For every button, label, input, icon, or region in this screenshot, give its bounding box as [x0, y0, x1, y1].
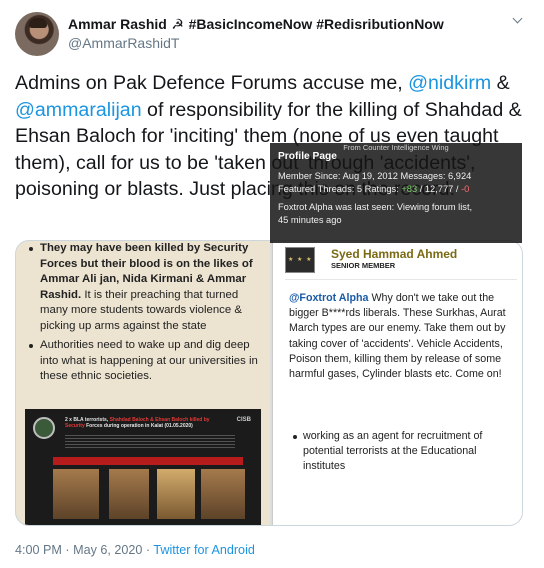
tweet-text-part: & — [491, 72, 510, 94]
tooltip-title: Profile Page — [278, 151, 337, 162]
chevron-down-icon[interactable] — [511, 13, 525, 27]
ratings-positive: +83 — [401, 184, 418, 194]
photo — [201, 469, 245, 519]
photo — [157, 469, 195, 519]
quoted-user: @Foxtrot Alpha — [289, 292, 369, 304]
bullet-item: They may have been killed by Security Fo… — [26, 241, 262, 334]
author-hashtags[interactable]: #BasicIncomeNow #RedisributionNow — [189, 16, 444, 32]
member-since: Member Since: Aug 19, 2012 Messages: 6,9… — [278, 171, 472, 181]
headline-part: Forces during operation in Kalat (01.05.… — [84, 423, 193, 429]
forum-avatar — [285, 247, 315, 273]
tweet-text-part: Admins on Pak Defence Forums accuse me, — [15, 72, 409, 94]
avatar[interactable] — [15, 12, 59, 56]
forum-member-name: Syed Hammad Ahmed — [331, 247, 458, 261]
forum-text-left: They may have been killed by Security Fo… — [26, 241, 262, 385]
forum-member-rank: SENIOR MEMBER — [331, 261, 396, 270]
featured-text: Featured Threads: 5 Ratings: — [278, 184, 402, 194]
bullet-item: Authorities need to wake up and dig deep… — [26, 338, 262, 385]
photo — [53, 469, 99, 519]
news-logo: CISB — [236, 417, 251, 423]
screenshot-right: Syed Hammad Ahmed SENIOR MEMBER @Foxtrot… — [272, 241, 522, 525]
tweet-source[interactable]: Twitter for Android — [153, 543, 255, 557]
news-card-image: 2 x BLA terrorists, Shahdad Baloch & Ehs… — [25, 409, 261, 525]
profile-tooltip: From Counter Intelligence Wing Profile P… — [270, 143, 522, 243]
forum-post-lower: working as an agent for recruitment of p… — [289, 429, 515, 475]
mention-link[interactable]: @ammaralijan — [15, 99, 142, 121]
author-name[interactable]: Ammar Rashid — [68, 16, 167, 32]
author-handle[interactable]: @AmmarRashidT — [68, 35, 179, 51]
tweet: Ammar Rashid ☭ #BasicIncomeNow #Redisrib… — [0, 0, 544, 568]
divider — [285, 279, 517, 280]
ratings-negative: -0 — [461, 184, 470, 194]
news-card-bar — [53, 457, 243, 465]
tweet-timestamp[interactable]: 4:00 PM · May 6, 2020 · — [15, 543, 153, 557]
forum-post-text: @Foxtrot Alpha Why don't we take out the… — [289, 291, 515, 382]
post-body: Why don't we take out the bigger B****rd… — [289, 292, 506, 381]
featured-threads: Featured Threads: 5 Ratings: +83 / 12,77… — [278, 184, 469, 194]
photo — [109, 469, 149, 519]
bullet-item: working as an agent for recruitment of p… — [289, 429, 515, 475]
hammer-sickle-icon: ☭ — [171, 16, 184, 32]
attached-image[interactable]: They may have been killed by Security Fo… — [15, 240, 523, 526]
mention-link[interactable]: @nidkirm — [408, 72, 491, 94]
last-seen: Foxtrot Alpha was last seen: Viewing for… — [278, 202, 473, 212]
last-seen-time: 45 minutes ago — [278, 215, 342, 225]
emblem-icon — [33, 417, 55, 439]
screenshot-left: They may have been killed by Security Fo… — [16, 241, 270, 525]
ratings-middle: / 12,777 / — [417, 184, 462, 194]
tweet-footer: 4:00 PM · May 6, 2020 · Twitter for Andr… — [15, 543, 255, 557]
bullet-text: Authorities need to wake up and dig deep… — [40, 339, 258, 382]
news-card-body — [65, 435, 235, 449]
news-card-headline: 2 x BLA terrorists, Shahdad Baloch & Ehs… — [65, 417, 215, 429]
display-name[interactable]: Ammar Rashid ☭ #BasicIncomeNow #Redisrib… — [68, 16, 444, 33]
